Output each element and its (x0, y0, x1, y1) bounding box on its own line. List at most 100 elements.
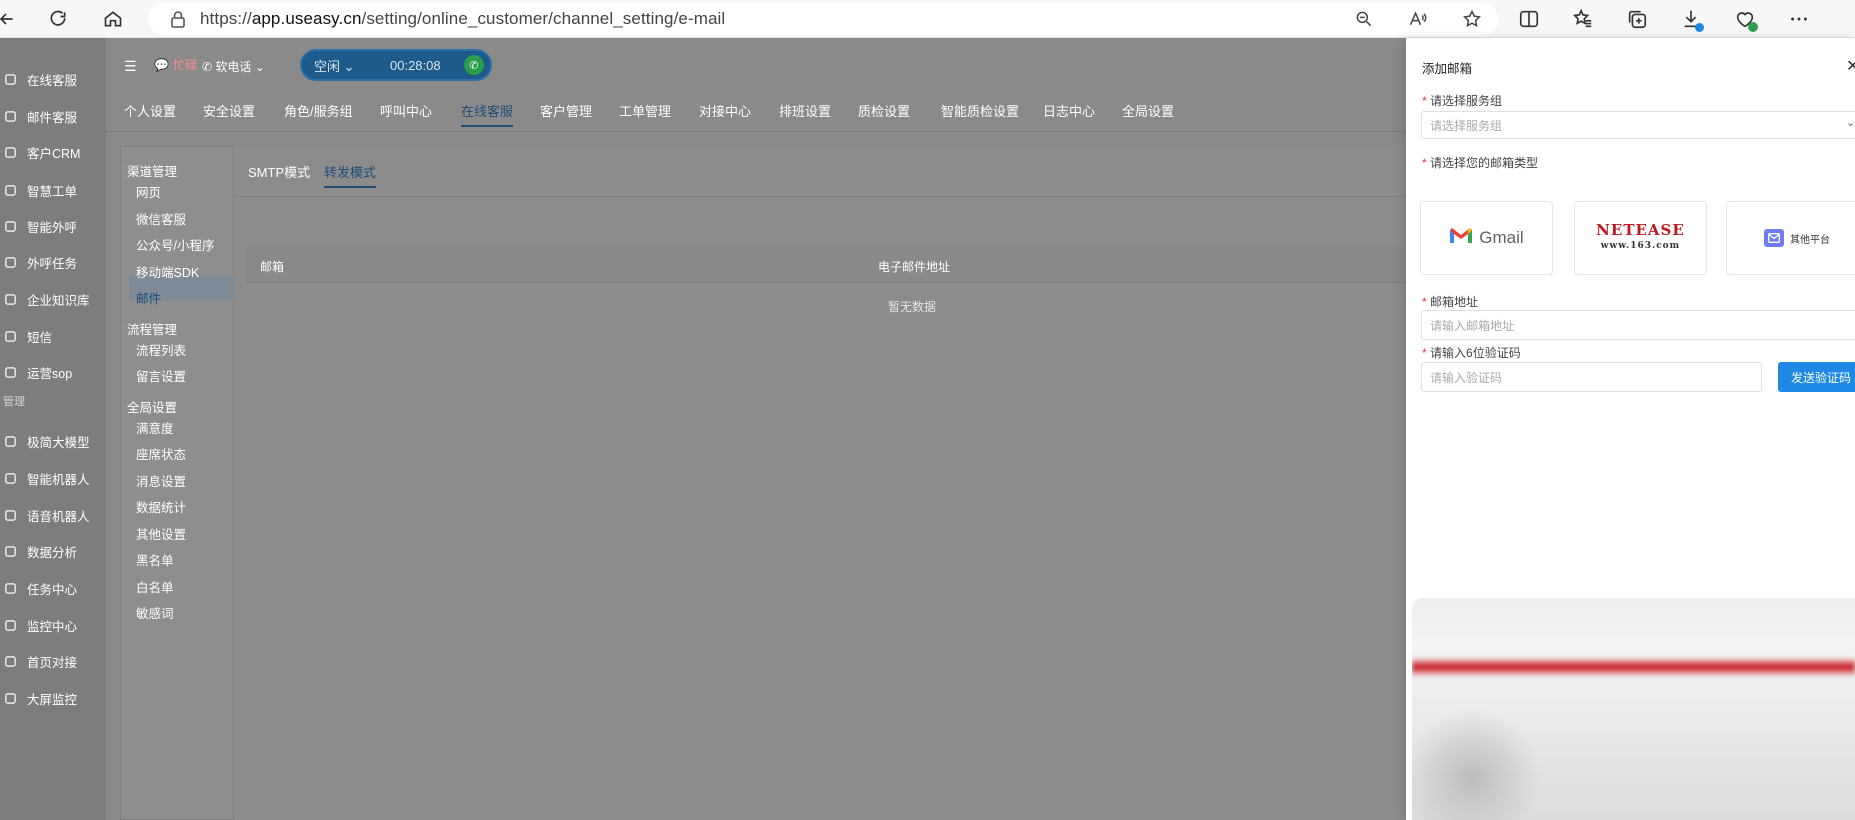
tab-2[interactable]: 角色/服务组 (284, 101, 353, 120)
flow-icon (3, 365, 17, 379)
soft-phone-toggle[interactable]: ✆ 软电话 ⌄ (202, 58, 265, 75)
verify-code-label: 请输入6位验证码 (1422, 344, 1521, 361)
sidebar-item-2[interactable]: 客户CRM (0, 140, 106, 164)
chevron-down-icon[interactable]: ⌄ (1846, 116, 1855, 129)
tab-3[interactable]: 呼叫中心 (380, 101, 432, 120)
subnav-item-0-1[interactable]: 微信客服 (136, 209, 186, 228)
subnav-item-1-1[interactable]: 留言设置 (136, 366, 186, 385)
user-icon (3, 145, 17, 159)
sidebar-item-6[interactable]: 企业知识库 (0, 287, 106, 311)
tab-8[interactable]: 排班设置 (779, 101, 831, 120)
mail-type-netease[interactable]: NETEASE www.163.com (1574, 201, 1707, 275)
main-area: ☰ 💬 忙碌 ✆ 软电话 ⌄ 空闲 ⌄ 00:28:08 ✆ 个人设置 安全设置 角色… (106, 38, 1406, 820)
sidebar-item-manage-7[interactable]: 大屏监控 (0, 686, 106, 710)
sidebar-item-3[interactable]: 智慧工单 (0, 178, 106, 202)
subnav-item-2-6[interactable]: 白名单 (136, 577, 174, 596)
tab-0[interactable]: 个人设置 (124, 101, 176, 120)
tab-10[interactable]: 智能质检设置 (941, 101, 1019, 120)
sidebar-item-manage-6[interactable]: 首页对接 (0, 649, 106, 673)
subnav-item-0-4[interactable]: 邮件 (136, 288, 161, 307)
browser-health-icon[interactable] (1731, 5, 1759, 33)
tab-6[interactable]: 工单管理 (619, 101, 671, 120)
tab-smtp-mode[interactable]: SMTP模式 (248, 162, 310, 181)
address-bar[interactable]: https://app.useasy.cn/setting/online_cus… (148, 3, 1498, 35)
agent-status-pill[interactable]: 空闲 ⌄ 00:28:08 ✆ (300, 49, 492, 81)
sidebar-item-manage-3[interactable]: 数据分析 (0, 539, 106, 563)
phone-task-icon (3, 255, 17, 269)
subnav-item-0-2[interactable]: 公众号/小程序 (136, 235, 214, 254)
subnav-item-2-1[interactable]: 座席状态 (136, 444, 186, 463)
tab-divider (234, 196, 1406, 197)
sidebar-item-5[interactable]: 外呼任务 (0, 250, 106, 274)
book-icon (3, 292, 17, 306)
call-button-icon[interactable]: ✆ (464, 55, 484, 75)
read-aloud-icon[interactable] (1406, 7, 1430, 31)
subnav-item-2-0[interactable]: 满意度 (136, 418, 174, 437)
agent-status-text[interactable]: 空闲 ⌄ (314, 56, 355, 75)
sidebar-item-4[interactable]: 智能外呼 (0, 214, 106, 238)
more-options-icon[interactable] (1785, 5, 1813, 33)
tab-4[interactable]: 在线客服 (461, 101, 514, 127)
subnav-item-1-0[interactable]: 流程列表 (136, 340, 186, 359)
phone-icon: ✆ (202, 60, 213, 74)
sms-icon (3, 329, 17, 343)
sidebar-item-manage-1[interactable]: 智能机器人 (0, 466, 106, 490)
subnav-item-2-2[interactable]: 消息设置 (136, 471, 186, 490)
subnav-item-0-3[interactable]: 移动端SDK (136, 262, 199, 281)
menu-toggle-icon[interactable]: ☰ (124, 58, 137, 75)
send-code-button[interactable]: 发送验证码 (1778, 362, 1855, 392)
column-mailbox: 邮箱 (260, 260, 285, 274)
channel-subnav: 渠道管理网页微信客服公众号/小程序 移动端SDK 邮件流程管理流程列表留言设置全局设… (120, 146, 234, 820)
subnav-item-2-5[interactable]: 黑名单 (136, 550, 174, 569)
gmail-logo-icon (1449, 227, 1473, 250)
sidebar-item-manage-5[interactable]: 监控中心 (0, 613, 106, 637)
service-group-select[interactable]: 请选择服务组 (1421, 111, 1855, 139)
tab-7[interactable]: 对接中心 (699, 101, 751, 120)
back-icon[interactable] (0, 5, 20, 33)
favorite-star-icon[interactable] (1460, 7, 1484, 31)
sidebar-item-7[interactable]: 短信 (0, 324, 106, 348)
subnav-group-0[interactable]: 渠道管理 (127, 161, 177, 180)
sidebar-item-manage-2[interactable]: 语音机器人 (0, 503, 106, 527)
tab-5[interactable]: 客户管理 (540, 101, 592, 120)
subnav-item-0-0[interactable]: 网页 (136, 182, 161, 201)
sidebar-item-1[interactable]: 邮件客服 (0, 104, 106, 128)
sidebar-item-0[interactable]: 在线客服 (0, 67, 106, 91)
mail-type-gmail[interactable]: Gmail (1420, 201, 1553, 275)
verify-code-input[interactable]: 请输入验证码 (1421, 362, 1762, 392)
tab-12[interactable]: 全局设置 (1122, 101, 1174, 120)
close-icon[interactable]: ✕ (1846, 56, 1855, 76)
lock-icon[interactable] (170, 10, 186, 28)
split-screen-icon[interactable] (1515, 5, 1543, 33)
email-address-placeholder: 请输入邮箱地址 (1430, 318, 1515, 333)
subnav-group-2[interactable]: 全局设置 (127, 397, 177, 416)
busy-status[interactable]: 💬 忙碌 (154, 56, 197, 73)
tab-11[interactable]: 日志中心 (1043, 101, 1095, 120)
reload-icon[interactable] (44, 5, 72, 33)
other-platform-text: 其他平台 (1790, 234, 1830, 246)
tab-1[interactable]: 安全设置 (203, 101, 255, 120)
sidebar-item-manage-0[interactable]: 极简大模型 (0, 429, 106, 453)
email-address-input[interactable]: 请输入邮箱地址 (1421, 310, 1855, 340)
tab-forward-mode[interactable]: 转发模式 (324, 162, 377, 188)
tab-9[interactable]: 质检设置 (858, 101, 910, 120)
favorites-icon[interactable] (1569, 5, 1597, 33)
envelope-icon (1764, 229, 1784, 247)
call-timer: 00:28:08 (390, 57, 441, 73)
chart-icon (3, 544, 17, 558)
settings-tabs: 个人设置 安全设置 角色/服务组 呼叫中心 在线客服 客户管理 工单管理 对接中心 排班设置 质检… (106, 90, 1406, 132)
subnav-item-2-4[interactable]: 其他设置 (136, 524, 186, 543)
service-group-label: 请选择服务组 (1422, 92, 1502, 109)
sidebar-item-manage-4[interactable]: 任务中心 (0, 576, 106, 600)
downloads-icon[interactable] (1677, 5, 1705, 33)
verify-code-placeholder: 请输入验证码 (1430, 370, 1503, 385)
collections-icon[interactable] (1623, 5, 1651, 33)
subnav-group-1[interactable]: 流程管理 (127, 319, 177, 338)
home-icon[interactable] (99, 5, 127, 33)
zoom-out-icon[interactable] (1352, 7, 1376, 31)
sidebar-item-8[interactable]: 运营sop (0, 360, 106, 384)
mail-type-other[interactable]: 其他平台 (1726, 201, 1855, 275)
subnav-item-2-7[interactable]: 敏感词 (136, 603, 174, 622)
subnav-item-2-3[interactable]: 数据统计 (136, 497, 186, 516)
preview-red-stripe (1412, 658, 1855, 676)
